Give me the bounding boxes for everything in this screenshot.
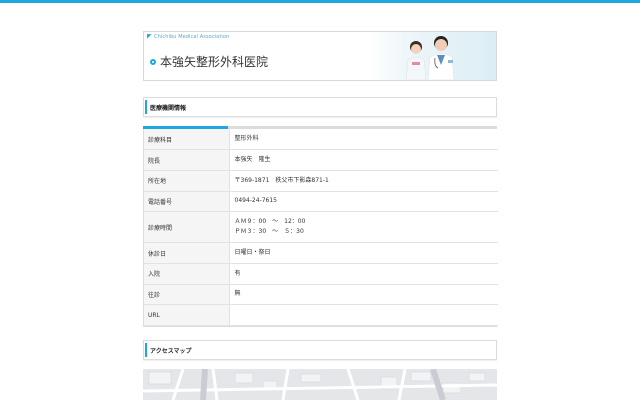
row-label: 診療時間 [144,211,230,244]
row-label: 診療科目 [144,129,230,151]
map-streets [143,369,497,400]
access-map-heading: アクセスマップ [143,340,497,360]
row-value: 本強矢 隆生 [229,149,498,171]
table-row: URL [144,304,498,326]
row-label: URL [144,304,230,326]
medical-info-heading-text: 医療機関情報 [150,104,187,112]
top-accent-bar [0,0,640,3]
row-value: 〒369-1871 秩父市下影森871-1 [229,170,498,192]
row-label: 院長 [144,149,230,171]
clinic-header-banner: ◤ Chichibu Medical Association 本強矢整形外科医院 [143,31,497,81]
row-label: 入院 [144,263,230,285]
row-label: 所在地 [144,170,230,192]
association-logo-text: Chichibu Medical Association [154,34,230,40]
access-map[interactable] [143,369,497,400]
table-row: 院長 本強矢 隆生 [144,149,498,171]
medical-info-heading: 医療機関情報 [143,97,497,117]
table-row: 往診 無 [144,284,498,306]
clinic-name: 本強矢整形外科医院 [160,55,269,69]
hours-am: ＡＭ９：00 ～ 12：00 [234,218,306,226]
table-row: 診療時間 ＡＭ９：00 ～ 12：00 ＰＭ３：30 ～ ５：30 [144,211,498,244]
table-row: 休診日 日曜日・祭日 [144,242,498,264]
row-value: 日曜日・祭日 [229,242,498,264]
row-value: 無 [229,284,498,306]
row-value: 有 [229,263,498,285]
row-value: ＡＭ９：00 ～ 12：00 ＰＭ３：30 ～ ５：30 [229,211,498,244]
phone-number[interactable]: 0494-24-7615 [229,191,498,213]
table-row: 診療科目 整形外科 [144,129,498,151]
table-row: 所在地 〒369-1871 秩父市下影森871-1 [144,170,498,192]
doctors-illustration [405,36,455,80]
table-row: 入院 有 [144,263,498,285]
access-map-heading-text: アクセスマップ [150,347,192,355]
url-value[interactable] [229,304,498,326]
clinic-title-row: 本強矢整形外科医院 [150,53,268,70]
circle-bullet-icon [150,58,156,65]
medical-info-table: 診療科目 整形外科 院長 本強矢 隆生 所在地 〒369-1871 秩父市下影森… [143,129,498,327]
association-mark-icon: ◤ [147,33,152,40]
row-label: 往診 [144,284,230,306]
doctors-photo [368,32,496,80]
row-label: 電話番号 [144,191,230,213]
association-logo[interactable]: ◤ Chichibu Medical Association [147,33,230,41]
hours-pm: ＰＭ３：30 ～ ５：30 [234,228,304,236]
row-label: 休診日 [144,242,230,264]
row-value: 整形外科 [229,129,498,151]
table-row: 電話番号 0494-24-7615 [144,191,498,213]
